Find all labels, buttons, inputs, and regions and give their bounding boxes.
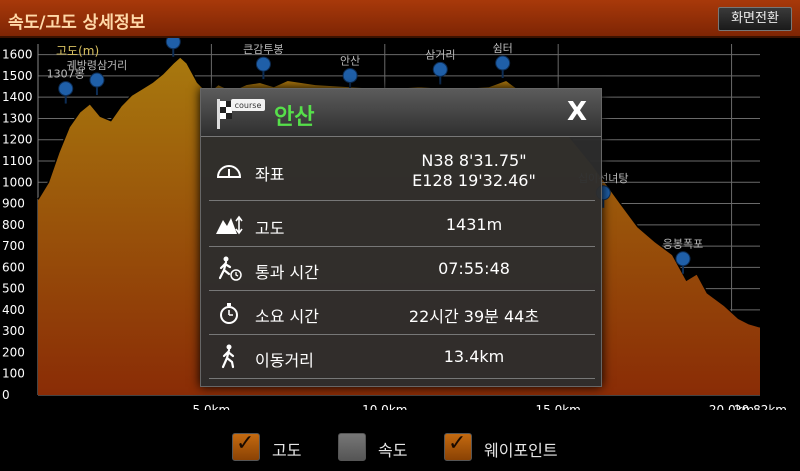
y-tick-label: 100 <box>2 367 25 381</box>
y-tick-label: 400 <box>2 303 25 317</box>
elapsed-time-label: 소요 시간 <box>255 307 319 326</box>
y-tick-label: 500 <box>2 282 25 296</box>
waypoint-pin-head <box>165 38 181 50</box>
y-tick-label: 1600 <box>2 48 33 62</box>
screen-switch-button[interactable]: 화면전환 <box>718 7 792 31</box>
waypoint-marker[interactable]: 귀떼기청봉 <box>148 38 199 57</box>
page-title: 속도/고도 상세정보 <box>8 13 146 33</box>
waypoint-checkbox[interactable]: ✓ <box>444 431 472 461</box>
y-tick-label: 1000 <box>2 175 33 189</box>
compass-icon <box>216 165 242 178</box>
waypoint-label: 안산 <box>340 55 360 68</box>
waypoint-label: 큰감투봉 <box>243 43 283 56</box>
distance-label: 이동거리 <box>255 351 314 370</box>
waypoint-label: 삼거리 <box>425 48 455 61</box>
waypoint-marker[interactable]: 1307봉 <box>47 68 85 104</box>
popup-header: course 안산 X <box>201 89 601 137</box>
y-tick-label: 1500 <box>2 69 33 83</box>
x-tick-label: 15.0km <box>535 403 580 410</box>
course-flag-icon: course <box>217 99 265 129</box>
y-tick-label: 900 <box>2 197 25 211</box>
elapsed-time-row: 소요 시간 22시간 39분 44초 <box>209 291 595 335</box>
waypoint-marker[interactable]: 큰감투봉 <box>243 43 284 80</box>
waypoint-marker[interactable]: 안산 <box>340 55 360 91</box>
series-label: 고도(m) <box>56 44 99 58</box>
walker-clock-icon <box>218 256 242 281</box>
waypoint-pin-head <box>495 55 511 71</box>
coord-label: 좌표 <box>255 165 285 184</box>
waypoint-label: 응봉폭포 <box>663 238 703 251</box>
waypoint-label: 쉼터 <box>493 42 513 55</box>
check-icon: ✓ <box>236 431 255 456</box>
waypoint-pin-head <box>432 61 448 77</box>
distance-value: 13.4km <box>443 347 505 366</box>
walker-icon <box>221 344 235 369</box>
coord-longitude: E128 19'32.46" <box>412 171 536 190</box>
popup-waypoint-name: 안산 <box>274 105 315 130</box>
mountain-icon <box>216 215 243 235</box>
altitude-checkbox-label: 고도 <box>272 441 302 460</box>
waypoint-marker[interactable]: 삼거리 <box>425 48 455 85</box>
coord-latitude: N38 8'31.75" <box>421 151 527 170</box>
x-tick-label: 5.0km <box>193 403 231 410</box>
waypoint-pin-head <box>675 251 691 267</box>
y-tick-label: 600 <box>2 260 25 274</box>
waypoint-checkbox-label: 웨이포인트 <box>484 441 558 460</box>
y-tick-label: 300 <box>2 324 25 338</box>
altitude-label: 고도 <box>255 219 285 238</box>
waypoint-pin-head <box>58 81 74 97</box>
x-tick-label: 20.82km <box>734 403 787 410</box>
y-tick-label: 1400 <box>2 90 33 104</box>
y-tick-label: 1300 <box>2 111 33 125</box>
title-bar: 속도/고도 상세정보 화면전환 <box>0 0 800 38</box>
close-button[interactable]: X <box>563 95 591 129</box>
waypoint-pin-head <box>342 68 358 84</box>
y-tick-label: 1100 <box>2 154 33 168</box>
y-tick-label: 800 <box>2 218 25 232</box>
speed-checkbox[interactable] <box>338 433 366 461</box>
altitude-checkbox[interactable]: ✓ <box>232 431 260 461</box>
waypoint-pin-head <box>89 72 105 88</box>
speed-checkbox-label: 속도 <box>378 441 408 460</box>
stopwatch-icon <box>220 303 238 324</box>
pass-time-row: 통과 시간 07:55:48 <box>209 247 595 291</box>
y-tick-label: 200 <box>2 345 25 359</box>
check-icon: ✓ <box>448 431 467 456</box>
y-tick-label: 0 <box>2 388 10 402</box>
pass-time-value: 07:55:48 <box>438 259 510 278</box>
legend-bar: ✓ 고도 속도 ✓ 웨이포인트 <box>0 420 800 471</box>
altitude-value: 1431m <box>445 215 503 234</box>
waypoint-label: 궤방령삼거리 <box>67 59 128 72</box>
y-tick-label: 1200 <box>2 133 33 147</box>
x-tick-label: 10.0km <box>362 403 407 410</box>
waypoint-detail-popup: course 안산 X 좌표 N38 8'31.75" E128 19'32.4… <box>200 88 602 387</box>
distance-row: 이동거리 13.4km <box>209 335 595 379</box>
elapsed-time-value: 22시간 39분 44초 <box>408 307 540 326</box>
waypoint-marker[interactable]: 쉼터 <box>493 42 513 79</box>
course-badge-text: course <box>235 101 262 110</box>
waypoint-pin-head <box>255 56 271 72</box>
coord-row: 좌표 N38 8'31.75" E128 19'32.46" <box>209 141 595 201</box>
altitude-row: 고도 1431m <box>209 203 595 247</box>
pass-time-label: 통과 시간 <box>255 263 319 282</box>
y-tick-label: 700 <box>2 239 25 253</box>
